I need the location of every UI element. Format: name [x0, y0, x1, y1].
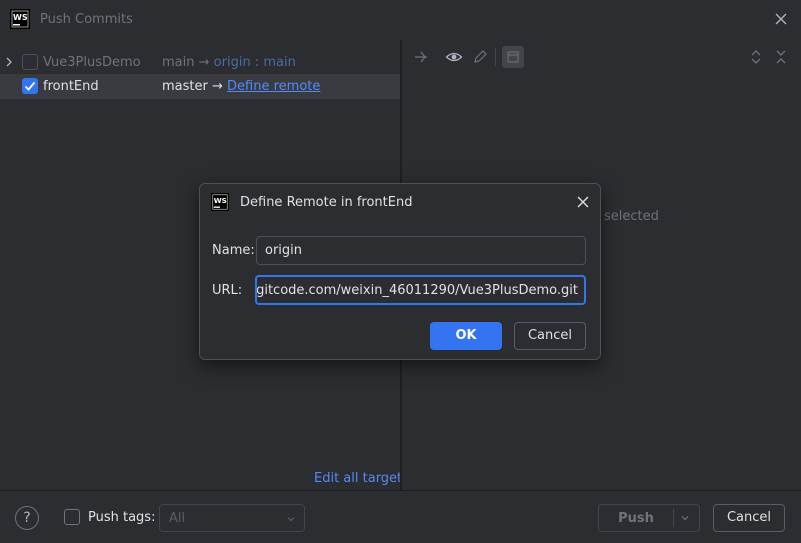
ok-button[interactable]: OK: [430, 322, 502, 350]
checkmark-icon: [24, 81, 36, 91]
eye-icon[interactable]: [445, 48, 463, 66]
window-title: Push Commits: [40, 12, 133, 27]
push-tags-checkbox[interactable]: [64, 509, 80, 525]
branch-arrow: →: [211, 79, 223, 94]
push-tags-value: All: [169, 511, 186, 526]
expand-all-icon[interactable]: [747, 48, 765, 66]
collapse-icon[interactable]: [412, 48, 430, 66]
chevron-down-icon: [287, 517, 295, 522]
dialog-title: Define Remote in frontEnd: [240, 195, 413, 210]
remote-branch[interactable]: main: [263, 55, 295, 70]
push-button[interactable]: Push: [598, 504, 700, 532]
dialog-cancel-button[interactable]: Cancel: [514, 322, 586, 350]
push-split-separator: [673, 509, 674, 527]
chevron-right-icon[interactable]: [4, 55, 14, 69]
branch-arrow: →: [198, 55, 210, 70]
title-bar: WS Push Commits: [0, 0, 801, 40]
local-branch: master: [162, 79, 208, 94]
remote-name-input[interactable]: origin: [256, 236, 586, 265]
name-label: Name:: [212, 243, 255, 258]
push-tags-label: Push tags:: [88, 510, 156, 525]
repo-checkbox[interactable]: [22, 78, 38, 94]
bottom-bar: ? Push tags: All Push Cancel: [0, 490, 801, 543]
edit-all-targets-link[interactable]: Edit all targets: [314, 471, 409, 486]
repo-name: Vue3PlusDemo: [43, 55, 141, 70]
remote-separator: :: [254, 55, 260, 70]
define-remote-dialog: WS Define Remote in frontEnd Name: origi…: [199, 183, 601, 360]
branch-mapping: master → Define remote: [162, 79, 320, 94]
branch-mapping: main → origin : main: [162, 55, 296, 70]
svg-text:WS: WS: [13, 13, 28, 22]
details-icon[interactable]: [502, 46, 524, 68]
remote-url-input[interactable]: tps://gitcode.com/weixin_46011290/Vue3Pl…: [255, 275, 586, 305]
repo-checkbox[interactable]: [22, 54, 38, 70]
push-button-label: Push: [618, 511, 654, 526]
repo-name: frontEnd: [43, 79, 99, 94]
webstorm-logo-icon: WS: [211, 193, 229, 211]
webstorm-logo-icon: WS: [10, 9, 30, 29]
remote-url-value: tps://gitcode.com/weixin_46011290/Vue3Pl…: [255, 283, 578, 298]
chevron-down-icon[interactable]: [680, 513, 690, 523]
push-tags-select[interactable]: All: [159, 504, 305, 532]
remote-name[interactable]: origin: [214, 55, 251, 70]
close-icon[interactable]: [576, 195, 590, 209]
define-remote-link[interactable]: Define remote: [227, 79, 320, 94]
repo-row-vue3plusdemo[interactable]: Vue3PlusDemo main → origin : main: [0, 50, 400, 75]
close-window-icon[interactable]: [771, 9, 791, 29]
help-button[interactable]: ?: [15, 506, 39, 530]
cancel-button[interactable]: Cancel: [713, 504, 785, 532]
svg-text:WS: WS: [214, 196, 227, 205]
remote-name-value: origin: [265, 243, 303, 258]
repo-row-frontend[interactable]: frontEnd master → Define remote: [0, 74, 400, 99]
collapse-all-icon[interactable]: [772, 48, 790, 66]
pencil-icon[interactable]: [471, 48, 489, 66]
local-branch: main: [162, 55, 195, 70]
toolbar-separator: [495, 48, 496, 66]
url-label: URL:: [212, 283, 243, 298]
